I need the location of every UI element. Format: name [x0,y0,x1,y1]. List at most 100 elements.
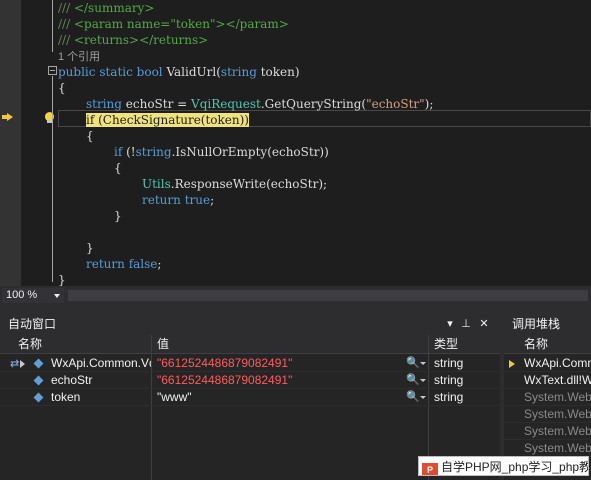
autos-title-bar[interactable]: 自动窗口 [0,313,500,335]
visualizer-icon[interactable]: 🔍 [406,355,420,372]
autos-row[interactable]: echoStr "6612524486879082491" 🔍 string [0,372,500,389]
field-icon [33,392,44,403]
zoom-level: 100 % [6,289,38,301]
frame-name: System.Web [524,424,591,438]
code-token: string [86,97,122,111]
code-token: { [86,129,94,143]
code-line[interactable]: string echoStr = VqiRequest.GetQueryStri… [0,96,433,112]
field-icon [33,358,44,369]
code-token: public [58,65,96,79]
column-header-name[interactable]: 名称 [504,335,591,354]
autos-row[interactable]: ⇄ WxApi.Common.Vq "6612524486879082491" 🔍 st… [0,355,500,372]
variable-name: WxApi.Common.Vq [51,356,151,370]
code-line[interactable]: if (CheckSignature(token)) [0,112,249,128]
code-token: return [142,193,181,207]
call-stack-frame[interactable]: WxText.dll!W [504,372,591,389]
code-token: if (CheckSignature(token)) [86,113,249,127]
code-token: string [135,145,172,159]
code-token: <returns></returns> [73,33,209,47]
variable-name: echoStr [51,373,93,387]
visualizer-dropdown-icon[interactable] [420,396,426,399]
code-line[interactable]: return false; [0,256,161,272]
visualizer-dropdown-icon[interactable] [420,379,426,382]
code-line[interactable]: } [0,272,66,286]
code-token: false [128,257,158,271]
window-menu-icon[interactable]: ▾ [443,317,457,331]
expand-icon[interactable] [20,360,25,368]
variable-name: token [51,390,81,404]
close-icon[interactable]: ✕ [477,317,491,331]
zoom-dropdown[interactable]: 100 % [2,288,64,303]
autos-window: 自动窗口 ▾ ⊥ ✕ 名称 值 类型 ⇄ WxApi.Common.Vq "6612… [0,313,500,480]
frame-name: WxText.dll!W [524,373,591,387]
code-line[interactable]: { [0,160,122,176]
field-icon [33,375,44,386]
code-token: { [58,81,66,95]
code-token: <param name="token"></param> [73,17,289,31]
code-token: } [58,273,66,286]
code-line[interactable]: { [0,128,94,144]
code-line[interactable]: 1 个引用 [0,48,100,64]
call-stack-title-bar[interactable]: 调用堆栈 [504,313,591,335]
code-token: ; [157,257,162,271]
code-editor[interactable]: /// </summary>/// <param name="token"></… [0,0,591,286]
variable-type: string [434,390,464,404]
watermark-text: 自学PHP网_php学习_php教 [441,460,589,474]
code-line[interactable]: return true; [0,192,214,208]
code-token: echoStr = [121,97,192,111]
variable-value[interactable]: "6612524486879082491" [157,355,292,372]
code-token: /// [58,17,74,31]
frame-name: System.Web [524,407,591,421]
call-stack-frame[interactable]: WxApi.Comm [504,355,591,372]
code-token: (! [122,145,136,159]
code-token: Utils [142,177,171,191]
code-token: true [184,193,211,207]
variable-value[interactable]: "www" [157,389,192,406]
call-stack-frame[interactable]: System.Web [504,423,591,440]
code-token: ); [424,97,434,111]
code-line[interactable]: if (!string.IsNullOrEmpty(echoStr)) [0,144,329,160]
code-line[interactable] [0,224,86,240]
frame-name: WxApi.Comm [524,356,591,370]
variable-value[interactable]: "6612524486879082491" [157,372,292,389]
pin-icon[interactable]: ⊥ [459,317,473,331]
column-header-type[interactable]: 类型 [429,335,500,354]
call-stack-frame[interactable]: System.Web [504,389,591,406]
code-token: VqiRequest [191,97,261,111]
site-logo-icon: P [422,463,438,475]
code-token: } [86,241,94,255]
code-token: /// [58,33,74,47]
column-header-name[interactable]: 名称 [0,335,151,354]
code-token: </summary> [73,1,155,15]
code-line[interactable]: { [0,80,66,96]
code-token: .GetQueryString( [260,97,367,111]
frame-name: System.Web [524,390,591,404]
code-token: .IsNullOrEmpty(echoStr)) [171,145,329,159]
code-token: bool [136,65,163,79]
code-token: ValidUrl( [162,65,221,79]
return-value-icon: ⇄ [10,358,20,370]
call-stack-frame[interactable]: System.Web [504,406,591,423]
reference-count-link[interactable]: 1 个引用 [58,51,100,63]
code-token: token) [256,65,300,79]
code-line[interactable]: /// </summary> [0,0,154,16]
column-header-value[interactable]: 值 [152,335,428,354]
code-line[interactable]: } [0,208,122,224]
code-token: .ResponseWrite(echoStr); [170,177,328,191]
code-token: "echoStr" [366,97,425,111]
visualizer-dropdown-icon[interactable] [420,362,426,365]
visualizer-icon[interactable]: 🔍 [406,372,420,389]
code-token: static [99,65,133,79]
code-line[interactable]: Utils.ResponseWrite(echoStr); [0,176,327,192]
horizontal-scrollbar[interactable] [68,290,588,301]
visualizer-icon[interactable]: 🔍 [406,389,420,406]
code-line[interactable]: public static bool ValidUrl(string token… [0,64,300,80]
call-stack-frame[interactable]: System.Web [504,440,591,457]
chevron-down-icon [54,294,60,298]
code-line[interactable]: /// <returns></returns> [0,32,208,48]
autos-row[interactable]: token "www" 🔍 string [0,389,500,406]
code-line[interactable]: } [0,240,94,256]
code-line[interactable]: /// <param name="token"></param> [0,16,289,32]
autos-title: 自动窗口 [8,317,57,331]
frame-name: System.Web [524,441,591,455]
